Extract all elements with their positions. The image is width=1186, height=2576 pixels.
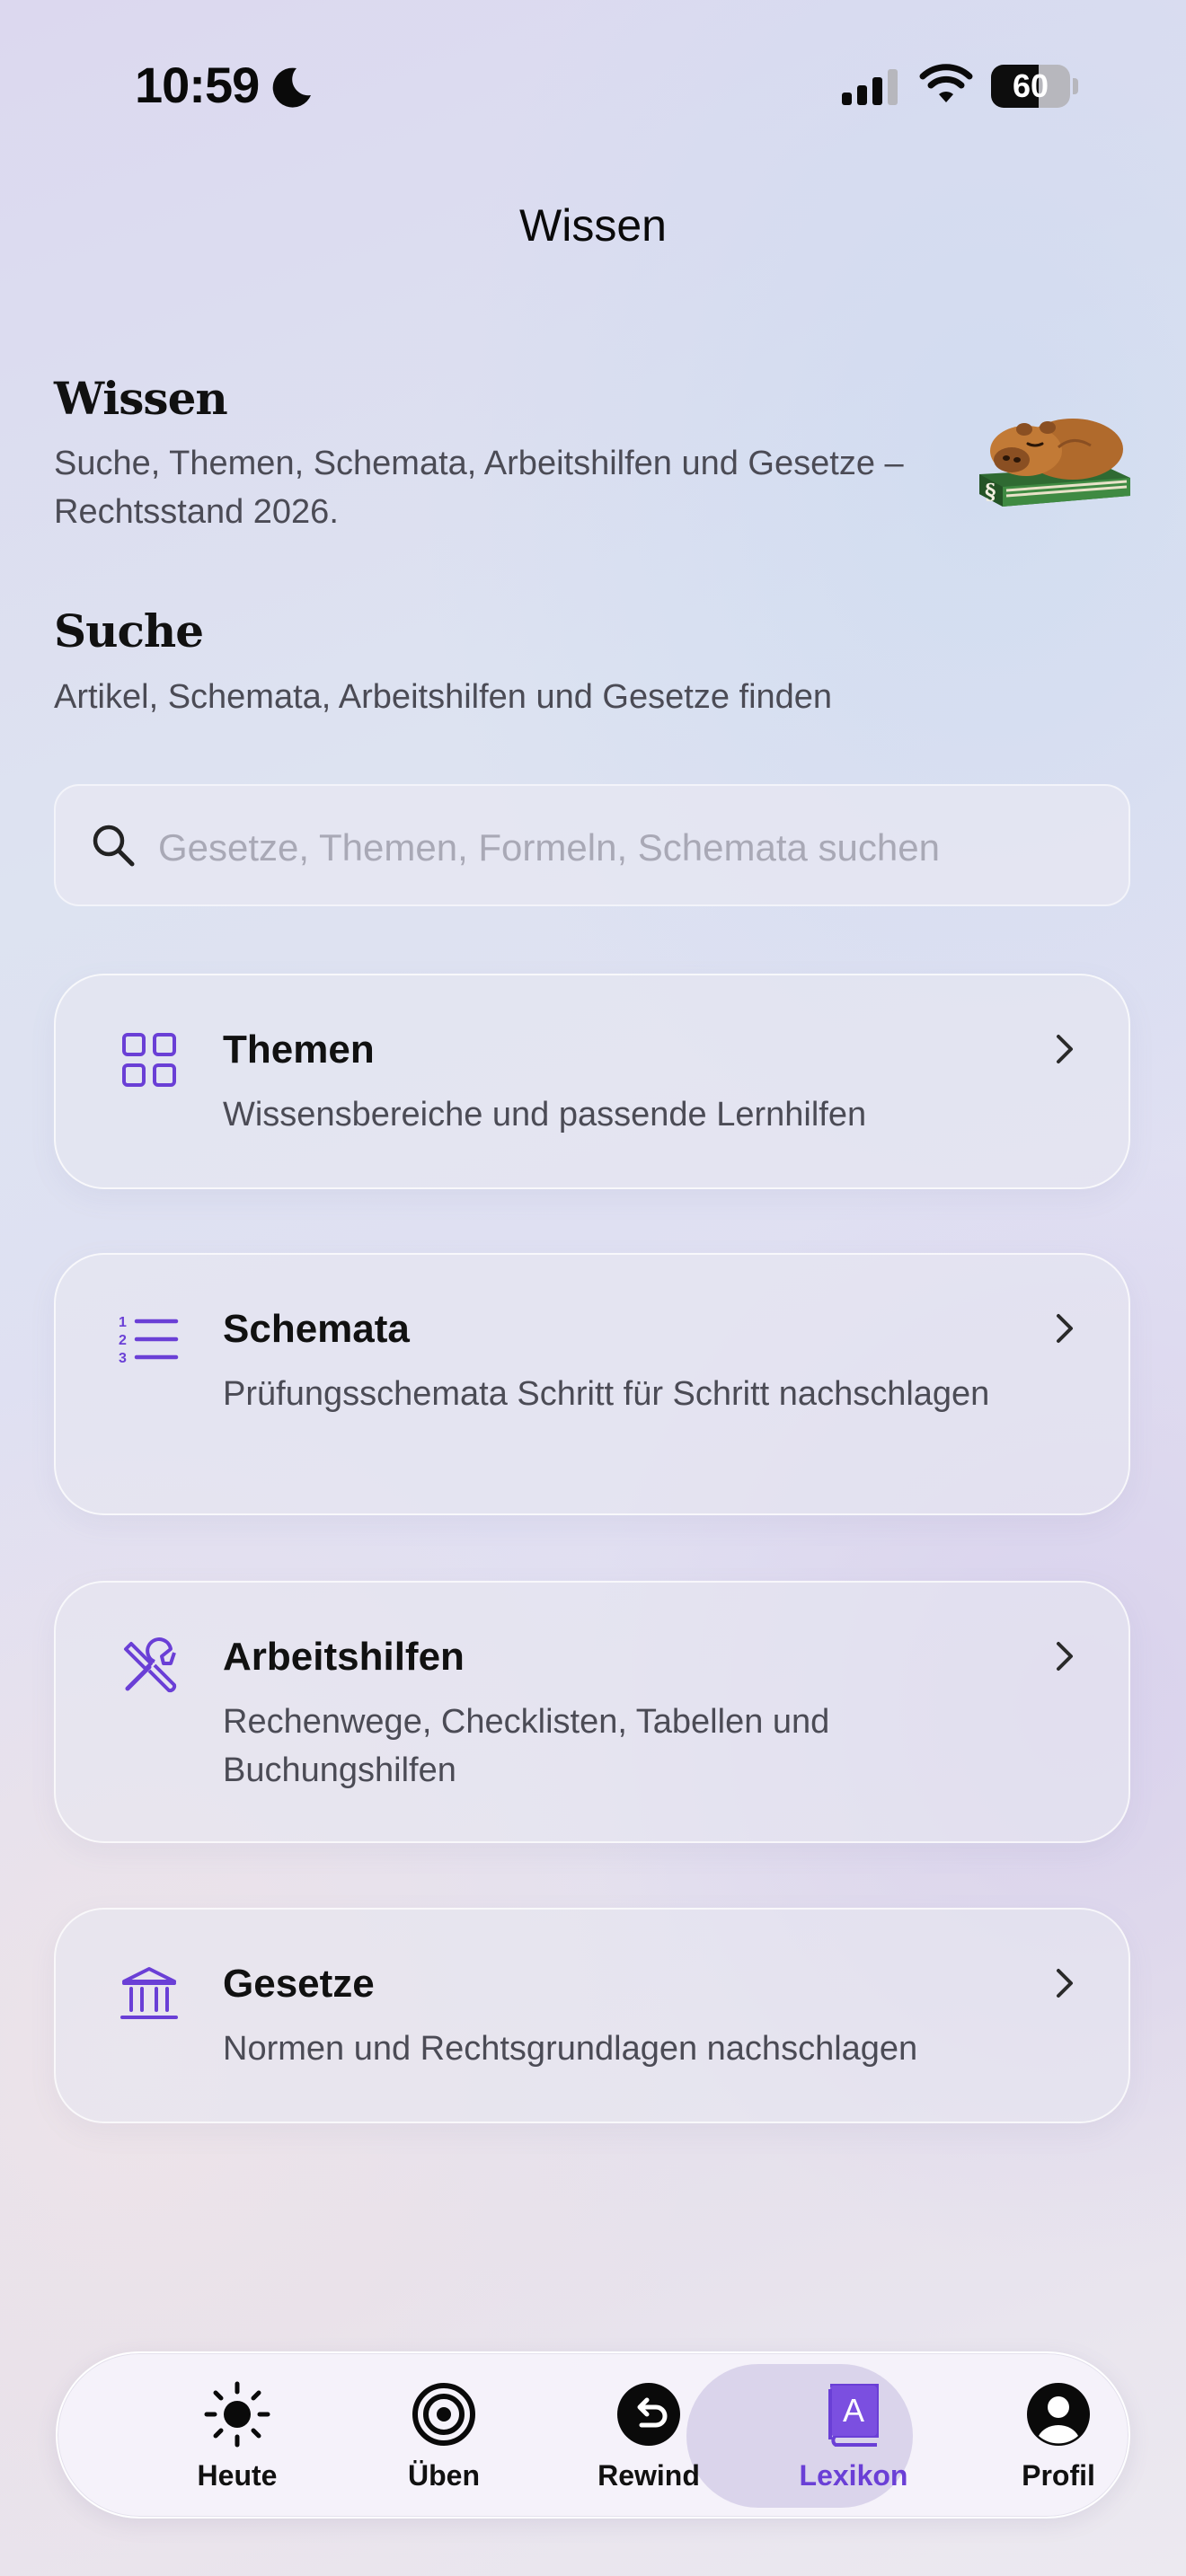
- page-heading: Wissen: [54, 372, 228, 425]
- tab-lexikon[interactable]: A Lexikon: [751, 2353, 956, 2517]
- target-icon: [412, 2383, 475, 2446]
- card-gesetze[interactable]: Gesetze Normen und Rechtsgrundlagen nach…: [54, 1908, 1130, 2123]
- card-themen[interactable]: Themen Wissensbereiche und passende Lern…: [54, 974, 1130, 1189]
- card-title: Themen: [223, 1028, 375, 1072]
- search-icon: [93, 825, 135, 867]
- capybara-on-law-book-icon: §: [979, 419, 1130, 507]
- chevron-right-icon: [1057, 1035, 1073, 1063]
- page-subtitle: Suche, Themen, Schemata, Arbeitshilfen u…: [54, 445, 904, 531]
- nav-title: Wissen: [519, 200, 667, 251]
- lexicon-book-icon: A: [828, 2384, 879, 2447]
- sun-icon: [204, 2381, 270, 2448]
- card-arbeitshilfen[interactable]: Arbeitshilfen Rechenwege, Checklisten, T…: [54, 1581, 1130, 1843]
- card-description: Wissensbereiche und passende Lernhilfen: [223, 1096, 867, 1134]
- tab-bar: Heute Üben Rewind A Lexikon Profil: [56, 2351, 1130, 2519]
- battery-icon: 60: [991, 65, 1079, 108]
- svg-text:§: §: [985, 479, 996, 505]
- card-title: Arbeitshilfen: [223, 1635, 465, 1679]
- card-description: Normen und Rechtsgrundlagen nachschlagen: [223, 2030, 918, 2068]
- status-bar: 10:59 60: [0, 0, 1186, 180]
- tab-ueben[interactable]: Üben: [341, 2353, 546, 2517]
- chevron-right-icon: [1057, 1314, 1073, 1343]
- card-title: Gesetze: [223, 1962, 375, 2006]
- courthouse-icon: [120, 1967, 178, 2019]
- svg-text:1: 1: [119, 1315, 127, 1330]
- numbered-list-icon: 1 2 3: [119, 1315, 179, 1366]
- tab-label: Lexikon: [799, 2459, 908, 2492]
- chevron-right-icon: [1057, 1642, 1073, 1671]
- tab-profil[interactable]: Profil: [956, 2353, 1161, 2517]
- search-heading: Suche: [54, 604, 204, 657]
- wifi-icon: [919, 64, 973, 102]
- rewind-icon: [617, 2383, 680, 2446]
- svg-text:A: A: [843, 2392, 864, 2429]
- tools-icon: [124, 1637, 177, 1693]
- svg-text:2: 2: [119, 1333, 127, 1348]
- search-subtitle: Artikel, Schemata, Arbeitshilfen und Ges…: [54, 678, 833, 716]
- card-description: Rechenwege, Checklisten, Tabellen und Bu…: [223, 1703, 830, 1789]
- battery-percent: 60: [1012, 67, 1049, 104]
- search-input[interactable]: [156, 813, 1103, 883]
- tab-label: Üben: [408, 2459, 480, 2492]
- card-title: Schemata: [223, 1307, 410, 1351]
- svg-text:3: 3: [119, 1351, 127, 1366]
- tab-label: Profil: [1022, 2459, 1095, 2492]
- moon-icon: [272, 67, 311, 108]
- cellular-signal-icon: [842, 69, 898, 105]
- tab-rewind[interactable]: Rewind: [546, 2353, 751, 2517]
- chevron-right-icon: [1057, 1969, 1073, 1998]
- tab-heute[interactable]: Heute: [135, 2353, 340, 2517]
- card-schemata[interactable]: 1 2 3 Schemata Prüfungsschemata Schritt …: [54, 1253, 1130, 1515]
- card-description: Prüfungsschemata Schritt für Schritt nac…: [223, 1375, 990, 1413]
- profile-icon: [1027, 2383, 1090, 2446]
- grid-icon: [122, 1033, 176, 1087]
- tab-label: Heute: [197, 2459, 278, 2492]
- status-time: 10:59: [135, 57, 260, 113]
- tab-label: Rewind: [597, 2459, 700, 2492]
- search-field[interactable]: [54, 784, 1130, 906]
